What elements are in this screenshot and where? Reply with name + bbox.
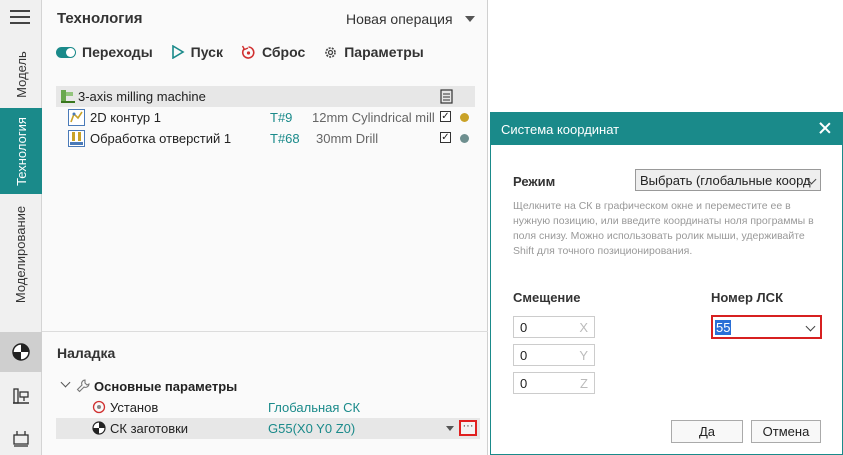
- offset-z-input[interactable]: 0 Z: [513, 372, 595, 394]
- mode-label: Режим: [513, 174, 556, 189]
- new-operation-dropdown[interactable]: Новая операция: [346, 11, 475, 27]
- new-operation-label: Новая операция: [346, 11, 453, 27]
- offset-y-input[interactable]: 0 Y: [513, 344, 595, 366]
- coordinate-system-dialog: Система координат Режим Выбрать (глобаль…: [490, 112, 843, 455]
- operation-tool-description: 12mm Cylindrical mill: [312, 110, 435, 125]
- mode-select[interactable]: Выбрать (глобальные коорд: [635, 169, 821, 191]
- tab-model-label: Модель: [13, 50, 29, 98]
- fixture-icon: [13, 431, 29, 447]
- start-button[interactable]: Пуск: [171, 44, 223, 60]
- setup-group-header[interactable]: Основные параметры: [56, 376, 480, 397]
- reset-icon: [241, 45, 255, 59]
- operation-enabled-checkbox[interactable]: ✓: [440, 132, 451, 143]
- mode-select-value: Выбрать (глобальные коорд: [640, 172, 811, 188]
- axis-y-label: Y: [579, 348, 588, 363]
- setup-group-label: Основные параметры: [94, 379, 238, 394]
- wrench-icon: [76, 379, 90, 393]
- ok-button[interactable]: Да: [671, 420, 743, 443]
- machine-icon: [13, 388, 29, 404]
- lsk-number-select[interactable]: 55: [711, 315, 822, 339]
- setup-row-label: СК заготовки: [110, 421, 189, 436]
- dialog-title: Система координат: [501, 121, 620, 137]
- tab-technology[interactable]: Технология: [0, 108, 42, 194]
- tree-operation-row[interactable]: Обработка отверстий 1 T#68 30mm Drill ✓: [56, 128, 475, 149]
- contour-operation-icon: [68, 109, 85, 126]
- transitions-toggle[interactable]: Переходы: [56, 44, 153, 60]
- setup-row-setup[interactable]: Установ Глобальная СК: [56, 397, 480, 418]
- tab-modeling-label: Моделирование: [13, 205, 29, 303]
- setup-icon: [92, 400, 106, 414]
- milling-machine-icon: [61, 90, 75, 103]
- chevron-down-icon: [464, 16, 475, 22]
- reset-label: Сброс: [261, 44, 306, 60]
- operation-name: 2D контур 1: [90, 110, 161, 125]
- machine-button[interactable]: [0, 376, 42, 416]
- chevron-down-icon: [805, 321, 816, 332]
- reset-button[interactable]: Сброс: [241, 44, 305, 60]
- axis-x-label: X: [579, 320, 588, 335]
- axis-z-label: Z: [580, 376, 588, 391]
- parameters-label: Параметры: [344, 44, 424, 60]
- operation-tool-number: T#9: [270, 110, 293, 125]
- setup-button[interactable]: [0, 418, 42, 455]
- toolbar: Переходы Пуск Сброс Параметры: [56, 44, 442, 60]
- technology-panel: Технология Новая операция Переходы Пуск …: [42, 0, 488, 455]
- operation-name: Обработка отверстий 1: [90, 131, 232, 146]
- notes-icon[interactable]: [440, 89, 453, 104]
- operation-status-dot: [460, 113, 469, 122]
- dialog-header: Система координат: [491, 113, 842, 145]
- drilling-operation-icon: [68, 130, 85, 147]
- operation-status-dot: [460, 134, 469, 143]
- offset-x-value: 0: [520, 319, 528, 335]
- tree-machine-row[interactable]: 3-axis milling machine: [56, 86, 475, 107]
- simulation-icon: [12, 343, 30, 361]
- cancel-button[interactable]: Отмена: [751, 420, 821, 443]
- operation-tool-number: T#68: [270, 131, 300, 146]
- tab-modeling[interactable]: Моделирование: [0, 194, 42, 314]
- lsk-number-value: 55: [715, 319, 732, 335]
- offset-z-value: 0: [520, 375, 528, 391]
- operation-tool-description: 30mm Drill: [316, 131, 379, 146]
- start-label: Пуск: [190, 44, 223, 60]
- tab-model[interactable]: Модель: [0, 40, 42, 108]
- chevron-down-icon: [60, 377, 71, 388]
- parameters-button[interactable]: Параметры: [323, 44, 424, 60]
- setup-row-label: Установ: [110, 400, 159, 415]
- tab-technology-label: Технология: [13, 116, 29, 186]
- dialog-hint: Щелкните на СК в графическом окне и пере…: [513, 200, 814, 257]
- hamburger-menu-icon[interactable]: [10, 10, 30, 26]
- tree-operation-row[interactable]: 2D контур 1 T#9 12mm Cylindrical mill ✓: [56, 107, 475, 128]
- coordinate-system-icon: [92, 421, 106, 435]
- page-title: Технология: [57, 10, 143, 27]
- operation-enabled-checkbox[interactable]: ✓: [440, 111, 451, 122]
- more-options-button[interactable]: ···: [459, 420, 477, 436]
- offset-label: Смещение: [513, 290, 581, 305]
- lsk-label: Номер ЛСК: [711, 290, 784, 305]
- simulation-button[interactable]: [0, 332, 42, 372]
- offset-x-input[interactable]: 0 X: [513, 316, 595, 338]
- setup-section-title: Наладка: [57, 345, 116, 361]
- close-icon[interactable]: [818, 121, 832, 135]
- setup-row-value: Глобальная СК: [268, 400, 361, 415]
- panel-divider: [42, 331, 488, 332]
- machine-name: 3-axis milling machine: [78, 89, 206, 104]
- transitions-label: Переходы: [82, 44, 153, 60]
- gear-icon: [325, 46, 337, 58]
- operations-tree: 3-axis milling machine 2D контур 1 T#9 1…: [56, 86, 475, 149]
- offset-y-value: 0: [520, 347, 528, 363]
- play-icon: [171, 45, 185, 59]
- setup-properties: Основные параметры Установ Глобальная СК…: [56, 376, 480, 439]
- left-tab-bar: Модель Технология Моделирование: [0, 0, 42, 455]
- setup-row-value[interactable]: G55(X0 Y0 Z0): [268, 421, 355, 436]
- chevron-down-icon[interactable]: [446, 426, 454, 431]
- toggle-switch-icon: [56, 46, 76, 58]
- setup-row-workpiece-cs[interactable]: СК заготовки G55(X0 Y0 Z0) ···: [56, 418, 480, 439]
